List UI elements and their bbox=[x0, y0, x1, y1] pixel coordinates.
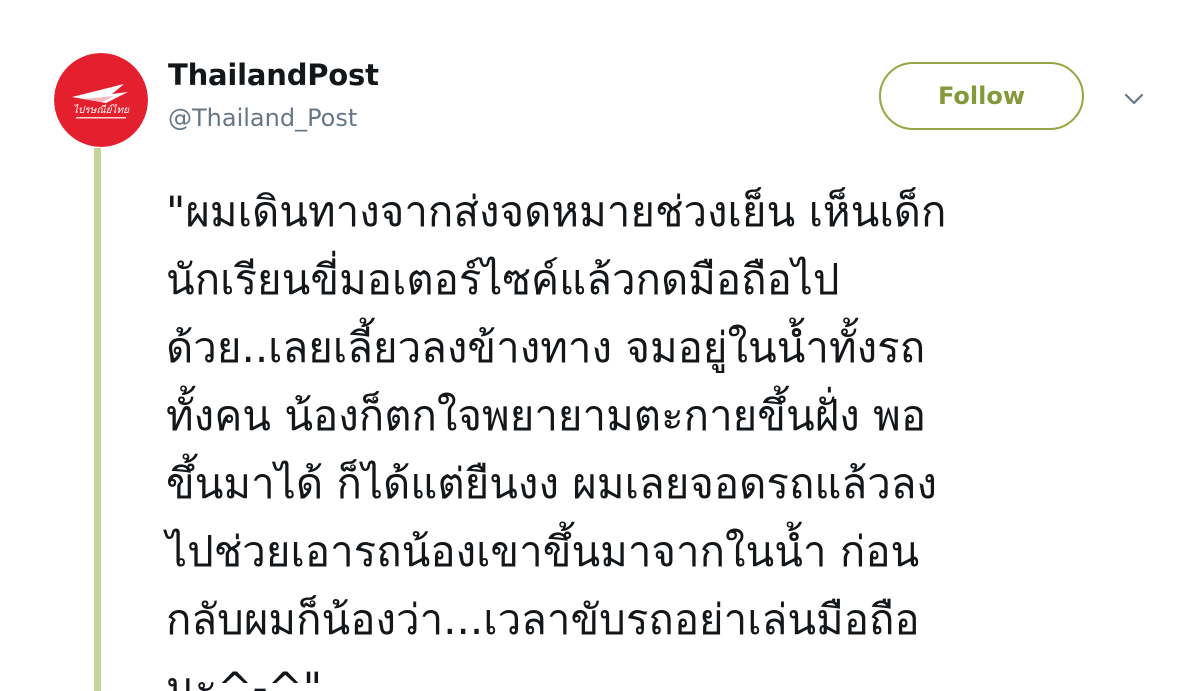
avatar[interactable]: ไปรษณีย์ไทย bbox=[54, 53, 148, 147]
tweet-text-line: ไปช่วยเอารถน้องเขาขึ้นมาจากในน้ำ ก่อน bbox=[166, 527, 920, 576]
tweet-text-line: นะ^-^" bbox=[166, 663, 323, 691]
tweet-text-line: นักเรียนขี่มอเตอร์ไซค์แล้วกดมือถือไป bbox=[166, 255, 840, 304]
follow-button[interactable]: Follow bbox=[879, 62, 1084, 130]
thailand-post-logo-icon: ไปรษณีย์ไทย bbox=[54, 53, 148, 147]
tweet-text-line: ขึ้นมาได้ ก็ได้แต่ยืนงง ผมเลยจอดรถแล้วลง bbox=[166, 459, 938, 508]
tweet-text-line: กลับผมก็น้องว่า...เวลาขับรถอย่าเล่นมือถื… bbox=[166, 595, 920, 644]
tweet-text: "ผมเดินทางจากส่งจดหมายช่วงเย็น เห็นเด็กน… bbox=[166, 178, 1176, 691]
tweet-text-line: ทั้งคน น้องก็ตกใจพยายามตะกายขึ้นฝั่ง พอ bbox=[166, 391, 927, 440]
display-name[interactable]: ThailandPost bbox=[168, 58, 379, 92]
chevron-down-icon[interactable] bbox=[1119, 84, 1149, 114]
avatar-logo-text: ไปรษณีย์ไทย bbox=[73, 104, 130, 116]
user-handle[interactable]: @Thailand_Post bbox=[168, 104, 357, 132]
tweet: ไปรษณีย์ไทย ThailandPost @Thailand_Post … bbox=[0, 0, 1200, 691]
tweet-text-line: "ผมเดินทางจากส่งจดหมายช่วงเย็น เห็นเด็ก bbox=[166, 187, 947, 236]
thread-line bbox=[94, 148, 101, 691]
tweet-text-line: ด้วย..เลยเลี้ยวลงข้างทาง จมอยู่ในน้ำทั้ง… bbox=[166, 323, 926, 372]
